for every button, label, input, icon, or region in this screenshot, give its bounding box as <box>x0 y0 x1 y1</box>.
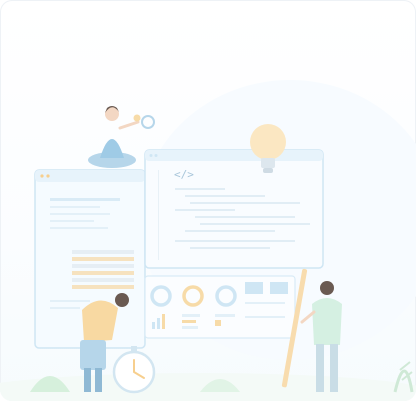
person-meditating-figure <box>88 106 155 168</box>
gear-icon <box>141 115 155 129</box>
code-editor-window: </> <box>144 149 324 269</box>
dashboard-card <box>144 275 296 339</box>
code-brackets-glyph: </> <box>174 168 194 181</box>
onboarding-illustration-panel: </> <box>0 0 416 401</box>
team-coding-illustration: </> <box>0 80 416 401</box>
